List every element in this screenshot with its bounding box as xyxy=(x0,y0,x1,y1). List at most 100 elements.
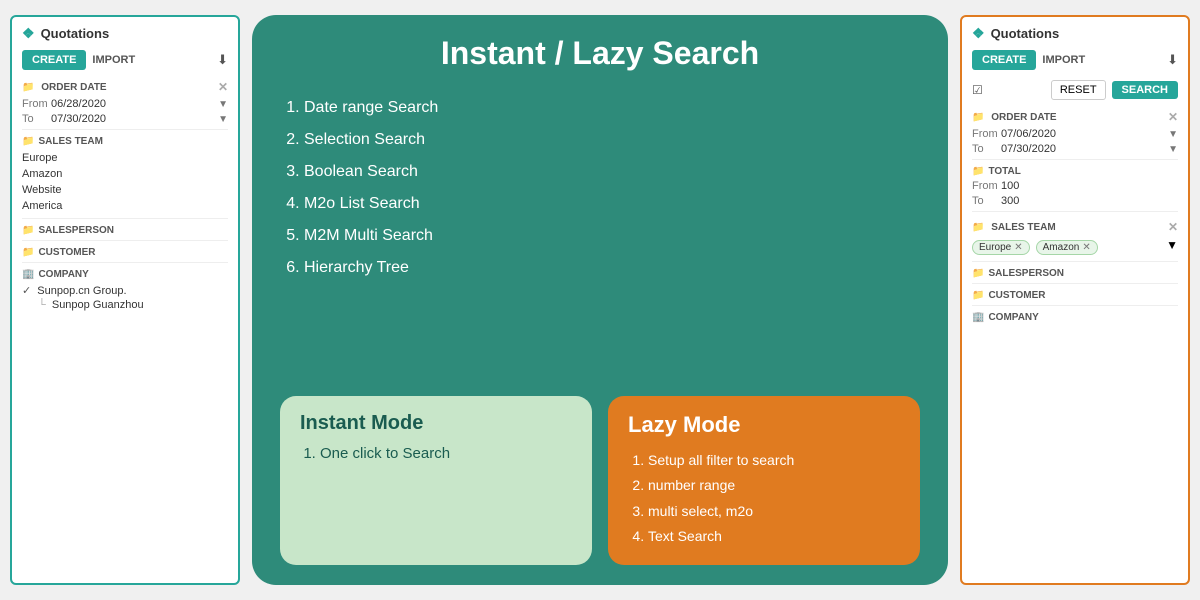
customer-folder-left: 📁 xyxy=(22,247,34,258)
sales-team-label-right: 📁 SALES TEAM xyxy=(972,222,1056,233)
lazy-mode-title: Lazy Mode xyxy=(628,412,900,438)
tag-europe[interactable]: Europe ✕ xyxy=(972,240,1030,255)
folder-icon-left: 📁 xyxy=(22,82,34,93)
instant-mode-title: Instant Mode xyxy=(300,412,572,435)
search-button[interactable]: SEARCH xyxy=(1112,81,1178,99)
sales-team-tags: Europe ✕ Amazon ✕ ▼ xyxy=(972,238,1178,257)
instant-mode-item-1: One click to Search xyxy=(320,445,572,462)
lazy-mode-item-2: number range xyxy=(648,473,900,498)
date-to-row-left: To 07/30/2020 ▼ xyxy=(22,113,228,125)
reset-button[interactable]: RESET xyxy=(1051,80,1106,100)
center-title: Instant / Lazy Search xyxy=(280,35,920,72)
from-arrow-left[interactable]: ▼ xyxy=(218,99,228,110)
to-label-right: To xyxy=(972,143,997,155)
feature-list: Date range Search Selection Search Boole… xyxy=(280,92,920,284)
total-folder-right: 📁 xyxy=(972,166,984,177)
lazy-mode-item-3: multi select, m2o xyxy=(648,499,900,524)
from-arrow-right[interactable]: ▼ xyxy=(1168,129,1178,140)
tag-amazon-remove[interactable]: ✕ xyxy=(1082,242,1090,253)
tag-amazon[interactable]: Amazon ✕ xyxy=(1036,240,1098,255)
feature-item-1: Date range Search xyxy=(304,92,920,124)
right-import-button[interactable]: IMPORT xyxy=(1042,54,1085,66)
company-section-right: 🏢 COMPANY xyxy=(972,312,1178,323)
order-date-label-left: 📁 ORDER DATE xyxy=(22,82,107,93)
feature-item-3: Boolean Search xyxy=(304,156,920,188)
right-panel-header: ❖ Quotations xyxy=(972,25,1178,42)
salesperson-section-right: 📁 SALESPERSON xyxy=(972,268,1178,279)
salesperson-folder-right: 📁 xyxy=(972,268,984,279)
feature-item-6: Hierarchy Tree xyxy=(304,252,920,284)
tags-arrow[interactable]: ▼ xyxy=(1166,238,1178,257)
left-panel-header: ❖ Quotations xyxy=(22,25,228,42)
order-date-close-right[interactable]: ✕ xyxy=(1168,110,1178,124)
tag-europe-remove[interactable]: ✕ xyxy=(1014,242,1022,253)
sales-team-section-right: 📁 SALES TEAM ✕ xyxy=(972,220,1178,234)
instant-mode-list: One click to Search xyxy=(300,445,572,462)
total-from-label: From xyxy=(972,180,997,192)
date-to-row-right: To 07/30/2020 ▼ xyxy=(972,143,1178,155)
company-parent: ✓ Sunpop.cn Group. xyxy=(22,283,228,298)
lazy-mode-item-1: Setup all filter to search xyxy=(648,448,900,473)
left-create-button[interactable]: CREATE xyxy=(22,50,86,70)
center-panel: Instant / Lazy Search Date range Search … xyxy=(252,15,948,585)
right-download-button[interactable]: ⬇ xyxy=(1167,52,1178,68)
to-arrow-left[interactable]: ▼ xyxy=(218,114,228,125)
left-panel-title: Quotations xyxy=(41,26,110,41)
quotations-icon-right: ❖ xyxy=(972,25,985,42)
right-panel-title: Quotations xyxy=(991,26,1060,41)
company-building-left: 🏢 xyxy=(22,269,34,280)
left-panel: ❖ Quotations CREATE IMPORT ⬇ 📁 ORDER DAT… xyxy=(10,15,240,585)
sales-team-item-america: America xyxy=(22,198,228,214)
order-date-section-left: 📁 ORDER DATE ✕ xyxy=(22,80,228,94)
total-to-label: To xyxy=(972,195,997,207)
center-body: Date range Search Selection Search Boole… xyxy=(280,92,920,380)
customer-section-right: 📁 CUSTOMER xyxy=(972,290,1178,301)
to-value-left: 07/30/2020 xyxy=(51,113,106,125)
quotations-icon-left: ❖ xyxy=(22,25,35,42)
salesperson-section-left: 📁 SALESPERSON xyxy=(22,225,228,236)
company-building-right: 🏢 xyxy=(972,312,984,323)
salesperson-folder-left: 📁 xyxy=(22,225,34,236)
from-value-left: 06/28/2020 xyxy=(51,98,106,110)
order-date-label-right: 📁 ORDER DATE xyxy=(972,112,1057,123)
left-toolbar: CREATE IMPORT ⬇ xyxy=(22,50,228,70)
order-date-close-left[interactable]: ✕ xyxy=(218,80,228,94)
total-to-row: To 300 xyxy=(972,195,1178,207)
lazy-mode-item-4: Text Search xyxy=(648,524,900,549)
from-label-left: From xyxy=(22,98,47,110)
sales-team-item-website: Website xyxy=(22,182,228,198)
from-value-right: 07/06/2020 xyxy=(1001,128,1056,140)
to-value-right: 07/30/2020 xyxy=(1001,143,1056,155)
lazy-mode-list: Setup all filter to search number range … xyxy=(628,448,900,549)
from-label-right: From xyxy=(972,128,997,140)
sales-team-close-right[interactable]: ✕ xyxy=(1168,220,1178,234)
sales-team-section-left: 📁 SALES TEAM xyxy=(22,136,228,147)
sales-team-item-europe: Europe xyxy=(22,150,228,166)
date-from-row-left: From 06/28/2020 ▼ xyxy=(22,98,228,110)
sales-team-folder-left: 📁 xyxy=(22,136,34,147)
left-import-button[interactable]: IMPORT xyxy=(92,54,135,66)
left-download-button[interactable]: ⬇ xyxy=(217,52,228,68)
customer-section-left: 📁 CUSTOMER xyxy=(22,247,228,258)
checkbox-left[interactable]: ☑ xyxy=(972,83,983,97)
order-date-section-right: 📁 ORDER DATE ✕ xyxy=(972,110,1178,124)
total-from-value: 100 xyxy=(1001,180,1019,192)
total-to-value: 300 xyxy=(1001,195,1019,207)
feature-item-5: M2M Multi Search xyxy=(304,220,920,252)
company-child: └ Sunpop Guanzhou xyxy=(22,298,228,312)
sales-team-item-amazon: Amazon xyxy=(22,166,228,182)
date-from-row-right: From 07/06/2020 ▼ xyxy=(972,128,1178,140)
customer-folder-right: 📁 xyxy=(972,290,984,301)
folder-icon-right: 📁 xyxy=(972,112,984,123)
instant-mode-box: Instant Mode One click to Search xyxy=(280,396,592,565)
right-panel: ❖ Quotations CREATE IMPORT ⬇ ☑ RESET SEA… xyxy=(960,15,1190,585)
company-section-left: 🏢 COMPANY xyxy=(22,269,228,280)
right-create-button[interactable]: CREATE xyxy=(972,50,1036,70)
to-arrow-right[interactable]: ▼ xyxy=(1168,144,1178,155)
right-search-toolbar: ☑ RESET SEARCH xyxy=(972,80,1178,100)
instant-list: Date range Search Selection Search Boole… xyxy=(280,92,920,380)
bottom-section: Instant Mode One click to Search Lazy Mo… xyxy=(280,396,920,565)
feature-item-4: M2o List Search xyxy=(304,188,920,220)
right-toolbar: CREATE IMPORT ⬇ xyxy=(972,50,1178,70)
tree-arrow: ✓ xyxy=(22,285,31,297)
